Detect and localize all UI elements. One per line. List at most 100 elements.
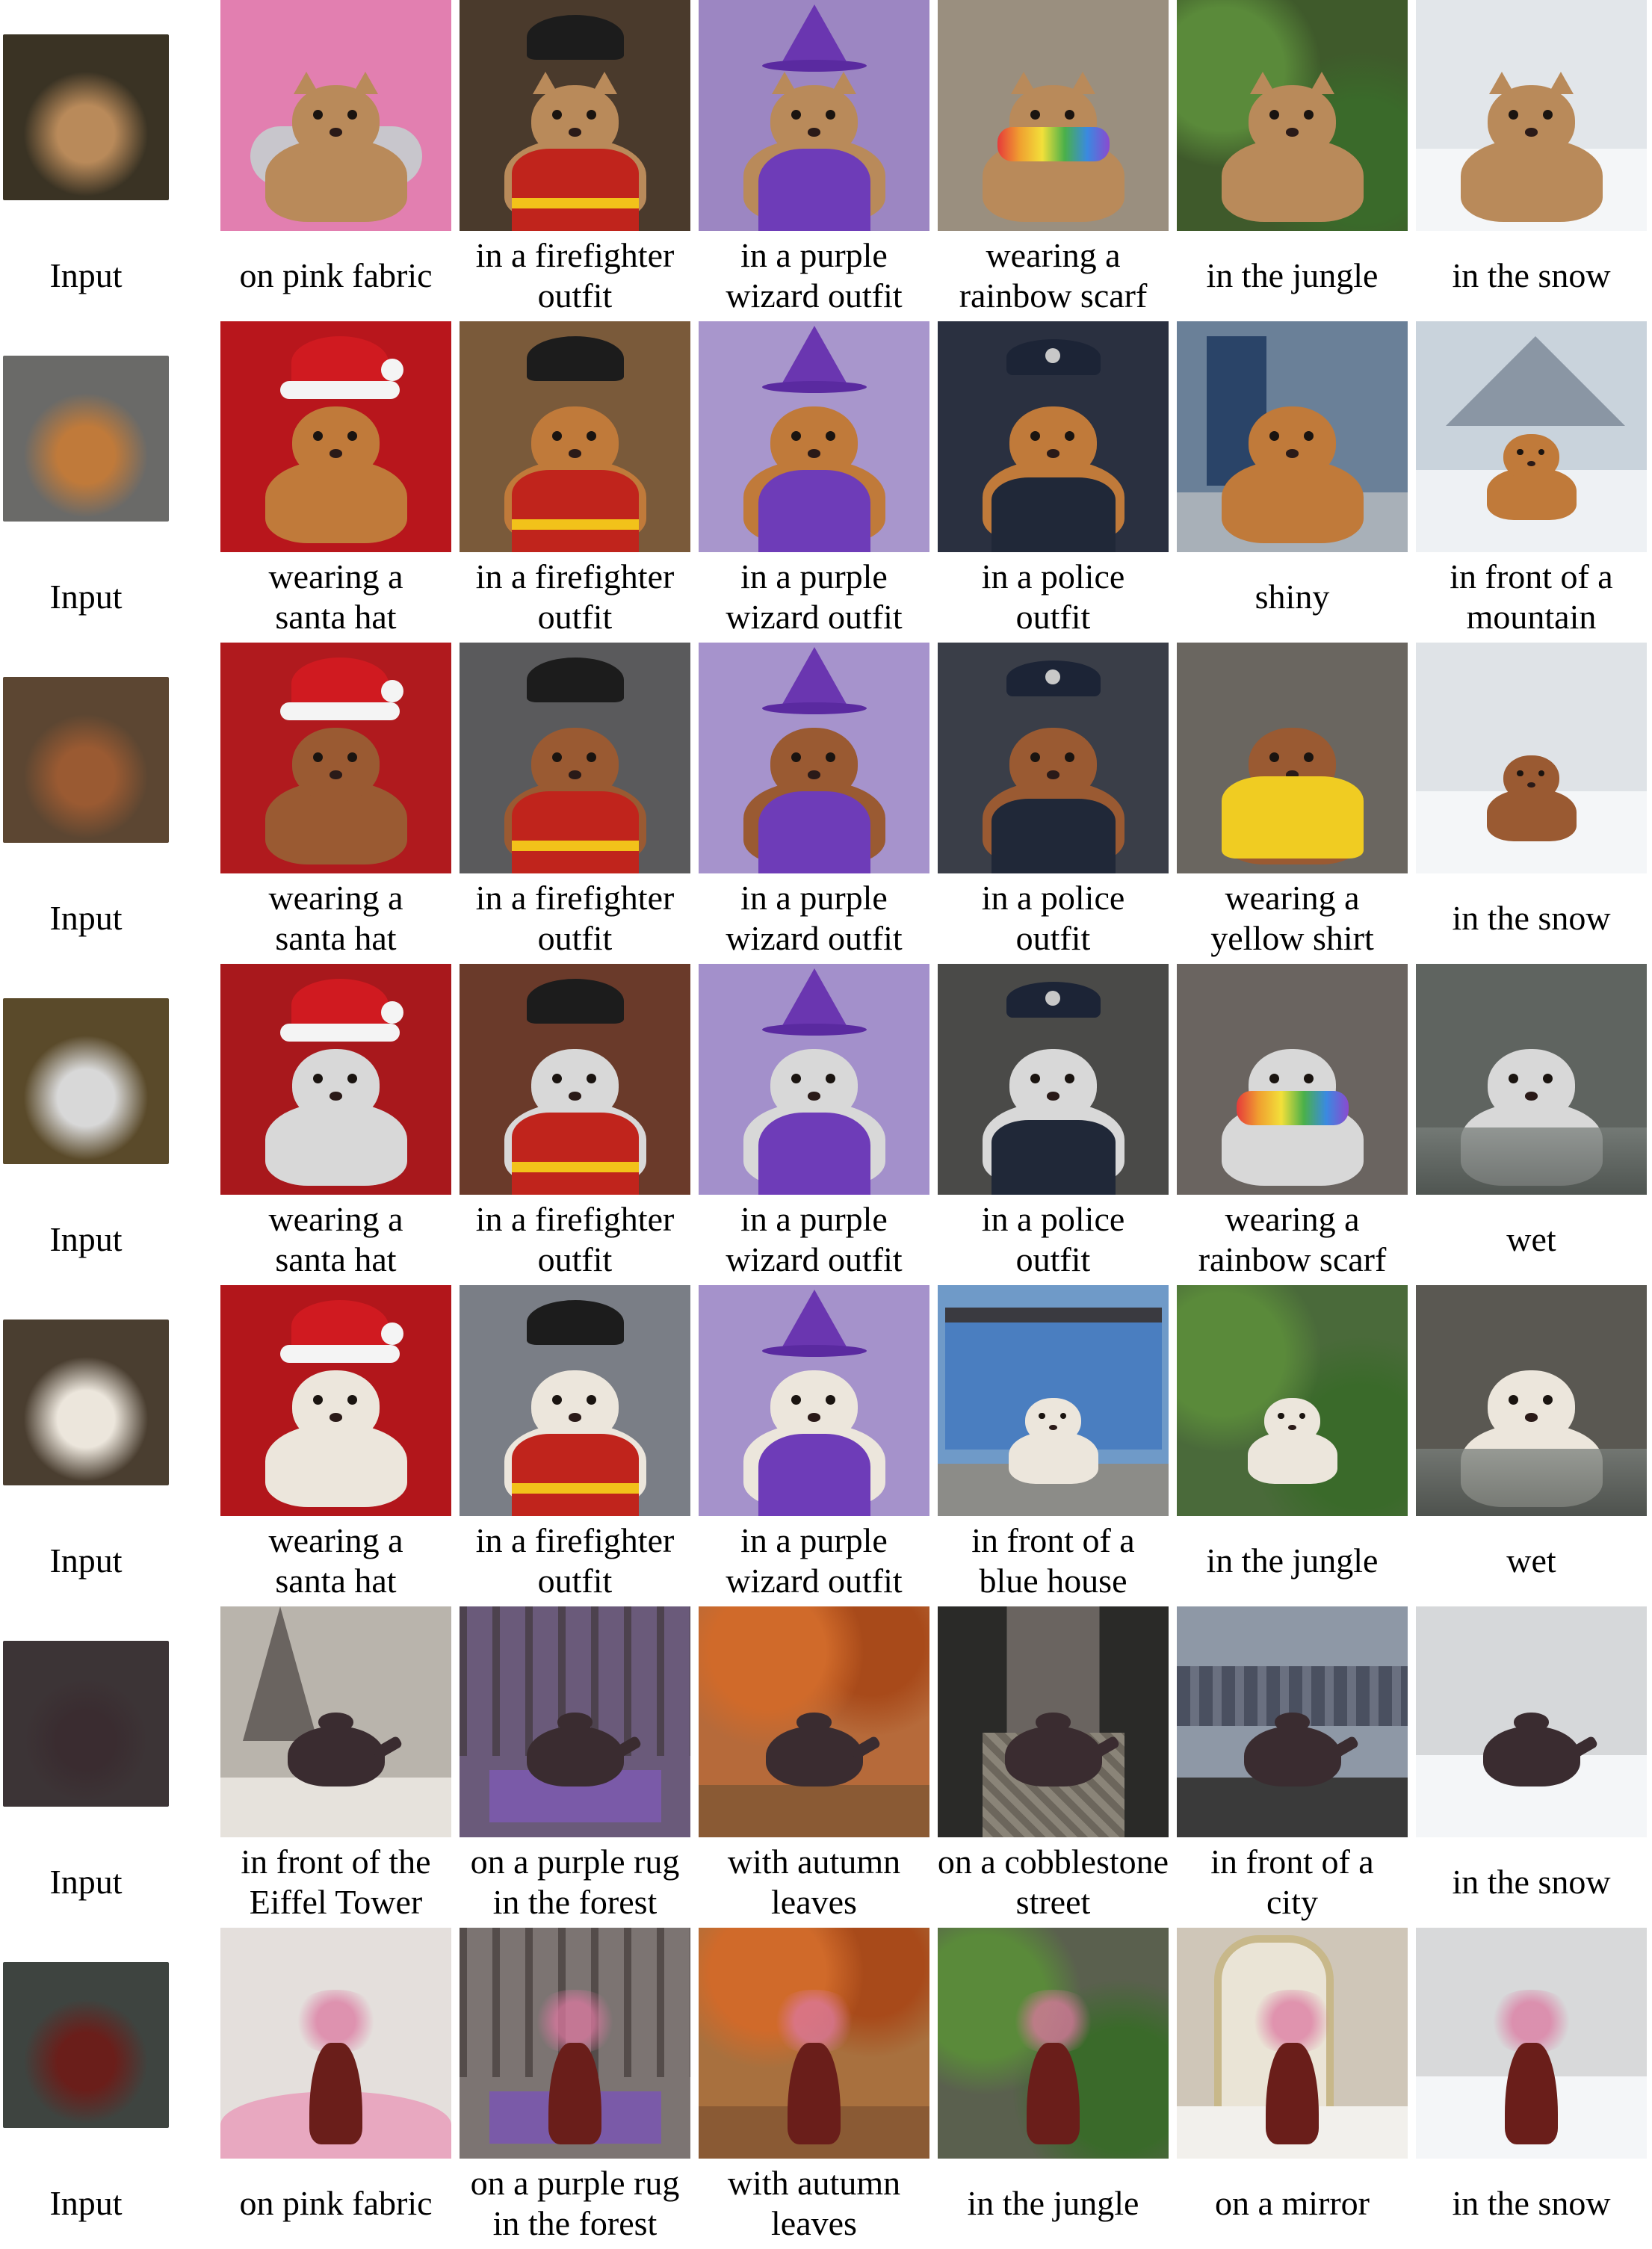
caption-text: on pink fabric — [239, 2183, 432, 2224]
generated-caption: in the jungle — [1169, 1517, 1416, 1605]
figure-row: Inputon pink fabricon a purple rugin the… — [0, 1928, 1652, 2249]
caption-line: Eiffel Tower — [241, 1882, 430, 1922]
dog-subject — [265, 1365, 407, 1507]
caption-line: in a purple — [726, 1199, 902, 1240]
cat-ear — [1070, 72, 1095, 94]
caption-text: on a cobblestonestreet — [938, 1842, 1169, 1922]
generated-scene — [699, 0, 929, 231]
generated-caption: on pink fabric — [213, 2159, 460, 2248]
caption-line: wizard outfit — [726, 597, 902, 637]
vase-subject — [1229, 2017, 1356, 2144]
caption-line: on a purple rug — [471, 2163, 680, 2203]
caption-line: outfit — [982, 597, 1125, 637]
cat-head — [1249, 85, 1337, 159]
generated-scene — [1177, 1285, 1408, 1516]
input-label: Input — [0, 1838, 172, 1926]
caption-line: wearing a — [268, 878, 403, 918]
vase-subject — [990, 2017, 1117, 2144]
firefighter-helmet-icon — [527, 658, 624, 702]
generated-image — [699, 964, 929, 1195]
caption-text: in front of theEiffel Tower — [241, 1842, 430, 1922]
nose-icon — [330, 1092, 342, 1100]
caption-line: with autumn — [728, 1842, 900, 1882]
caption-text: wearing arainbow scarf — [959, 235, 1148, 316]
eye-icon — [1509, 1074, 1518, 1083]
santa-hat-brim — [280, 381, 400, 399]
generated-caption: in a policeoutfit — [930, 1195, 1177, 1284]
eye-icon — [1269, 431, 1279, 441]
nose-icon — [1525, 128, 1538, 136]
generated-scene — [460, 1928, 690, 2159]
caption-line: outfit — [476, 918, 675, 959]
figure-row: Inputwearing asanta hatin a firefightero… — [0, 964, 1652, 1285]
figure-row: Inputwearing asanta hatin a firefightero… — [0, 321, 1652, 643]
santa-hat-brim — [280, 1024, 400, 1042]
eye-icon — [1517, 449, 1523, 455]
caption-line: in a firefighter — [476, 1521, 675, 1561]
eye-icon — [1030, 431, 1040, 441]
caption-text: in the snow — [1452, 2183, 1610, 2224]
caption-line: with autumn — [728, 2163, 900, 2203]
caption-text: in front of acity — [1210, 1842, 1373, 1922]
caption-line: outfit — [476, 1561, 675, 1601]
caption-line: wizard outfit — [726, 1561, 902, 1601]
vase-subject — [751, 2017, 878, 2144]
caption-text: wearing arainbow scarf — [1198, 1199, 1387, 1280]
eye-icon — [1538, 449, 1544, 455]
cat-head — [292, 85, 380, 159]
generated-scene — [1177, 643, 1408, 873]
figure-grid: Inputon pink fabricin a firefighteroutfi… — [0, 0, 1652, 2240]
caption-line: outfit — [982, 918, 1125, 959]
generated-caption: wearing asanta hat — [213, 1195, 460, 1284]
caption-line: in a firefighter — [476, 1199, 675, 1240]
eye-icon — [791, 1395, 801, 1405]
generated-image — [699, 0, 929, 231]
generated-scene — [220, 1285, 451, 1516]
generated-caption: in a firefighteroutfit — [452, 553, 699, 641]
wizard-robe — [758, 470, 870, 552]
dog-subject — [1248, 1394, 1337, 1484]
caption-line: shiny — [1255, 577, 1330, 617]
eye-icon — [552, 431, 562, 441]
generated-scene — [699, 1928, 929, 2159]
santa-hat-pompom — [381, 680, 403, 702]
nose-icon — [330, 128, 342, 136]
generated-scene — [1177, 0, 1408, 231]
wizard-robe — [758, 1113, 870, 1195]
wizard-hat-brim — [762, 702, 867, 714]
teapot-lid — [1036, 1713, 1071, 1732]
police-vest — [991, 799, 1116, 873]
reflective-stripe — [512, 519, 639, 530]
generated-caption: in a firefighteroutfit — [452, 1195, 699, 1284]
dog-subject — [265, 723, 407, 864]
cat-subject — [1222, 80, 1364, 222]
generated-caption: in the jungle — [930, 2159, 1177, 2248]
figure-row: Inputwearing asanta hatin a firefightero… — [0, 1285, 1652, 1606]
eye-icon — [1509, 110, 1518, 120]
caption-line: blue house — [971, 1561, 1134, 1601]
eye-icon — [552, 1395, 562, 1405]
generated-caption: in a policeoutfit — [930, 874, 1177, 962]
generated-caption: wet — [1408, 1517, 1652, 1605]
cat-subject — [1461, 80, 1603, 222]
eye-icon — [1030, 752, 1040, 762]
santa-hat-pompom — [381, 359, 403, 381]
wizard-hat-icon — [781, 1290, 848, 1349]
generated-image — [1177, 1606, 1408, 1837]
nose-icon — [808, 1092, 820, 1100]
generated-scene — [220, 964, 451, 1195]
generated-scene — [938, 1606, 1169, 1837]
nose-icon — [569, 1092, 581, 1100]
generated-scene — [1416, 964, 1647, 1195]
caption-line: wizard outfit — [726, 276, 902, 316]
generated-caption: in a purplewizard outfit — [691, 1195, 938, 1284]
eye-icon — [791, 752, 801, 762]
generated-caption: wearing arainbow scarf — [930, 232, 1177, 320]
teapot-lid — [557, 1713, 593, 1732]
teapot-body — [766, 1726, 863, 1786]
generated-caption: with autumnleaves — [691, 1838, 938, 1926]
caption-text: in front of ablue house — [971, 1521, 1134, 1601]
dog-head — [1488, 1370, 1576, 1444]
input-image — [3, 1962, 169, 2128]
teapot-lid — [1275, 1713, 1310, 1732]
